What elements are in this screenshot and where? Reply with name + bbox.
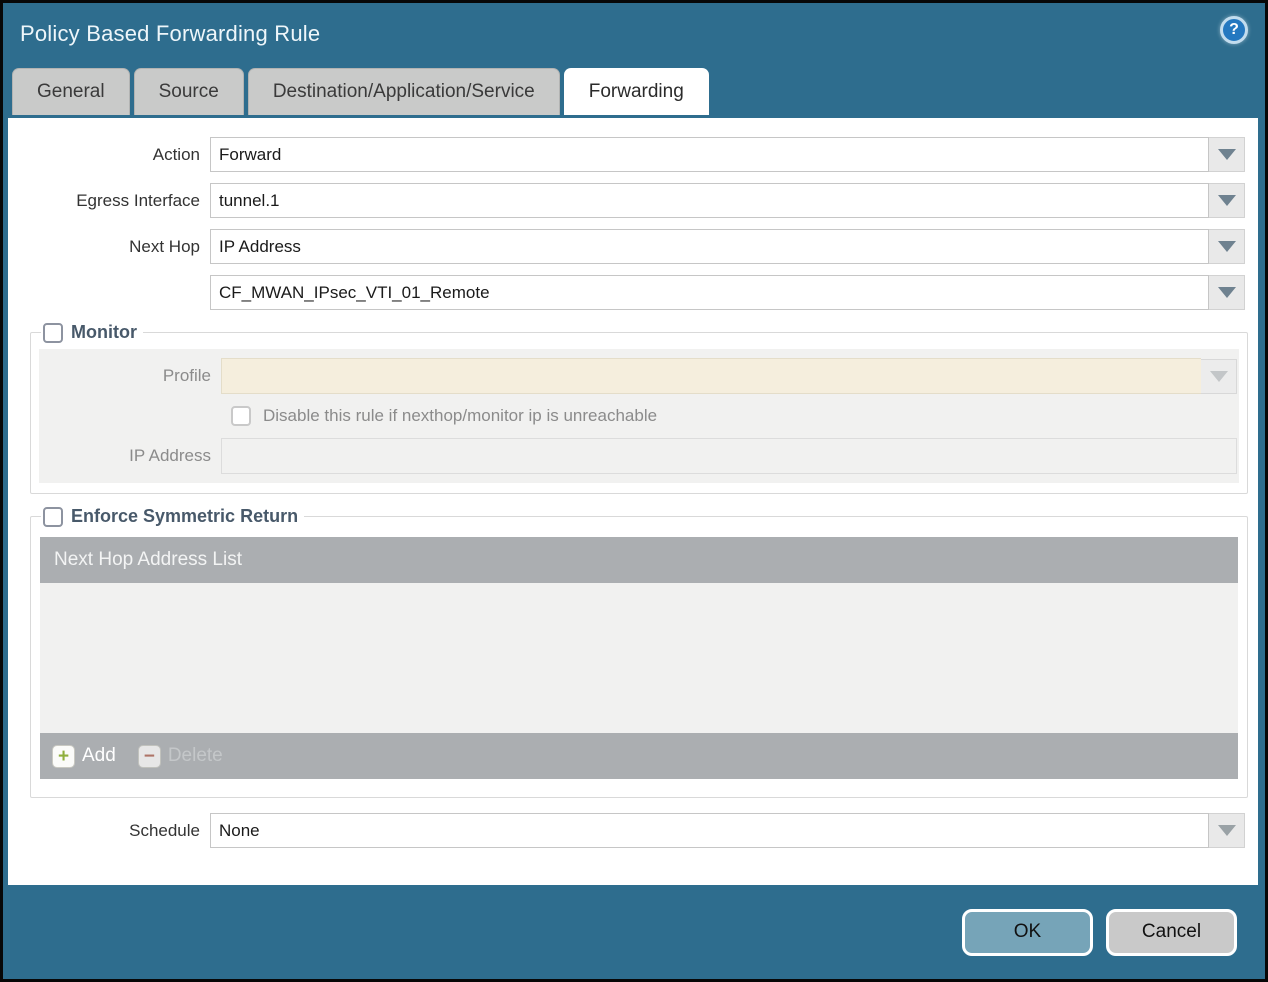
next-hop-dropdown-button[interactable]	[1209, 229, 1245, 264]
dialog-footer: OK Cancel	[6, 888, 1262, 976]
egress-interface-input[interactable]	[210, 183, 1209, 218]
dialog-titlebar: Policy Based Forwarding Rule ?	[3, 3, 1265, 65]
help-icon[interactable]: ?	[1220, 16, 1248, 44]
schedule-dropdown-button[interactable]	[1209, 813, 1245, 848]
cancel-button[interactable]: Cancel	[1106, 908, 1237, 956]
symmetric-return-legend: Enforce Symmetric Return	[41, 506, 304, 527]
monitor-disable-row: Disable this rule if nexthop/monitor ip …	[39, 406, 1239, 426]
chevron-down-icon	[1217, 241, 1236, 252]
action-input[interactable]	[210, 137, 1209, 172]
symmetric-return-title: Enforce Symmetric Return	[71, 506, 299, 526]
monitor-section: Monitor Profile Disable this rule if nex…	[30, 322, 1248, 494]
forwarding-tab-panel: Action Egress Interface Next Hop	[8, 118, 1258, 885]
chevron-down-icon	[1217, 149, 1236, 160]
disable-rule-checkbox	[231, 406, 251, 426]
chevron-down-icon	[1217, 825, 1236, 836]
add-button-label: Add	[82, 745, 116, 766]
next-hop-label: Next Hop	[129, 236, 200, 256]
tab-destination-application-service[interactable]: Destination/Application/Service	[247, 68, 560, 115]
schedule-label: Schedule	[129, 820, 200, 840]
action-label: Action	[152, 144, 200, 164]
delete-button: − Delete	[137, 744, 223, 768]
schedule-combo	[210, 813, 1245, 848]
egress-interface-dropdown-button[interactable]	[1209, 183, 1245, 218]
action-dropdown-button[interactable]	[1209, 137, 1245, 172]
monitor-ip-input	[221, 438, 1237, 474]
next-hop-address-list-table: Next Hop Address List + Add − Delete	[40, 537, 1238, 779]
action-combo	[210, 137, 1245, 172]
next-hop-row: Next Hop	[8, 229, 1245, 264]
monitor-profile-row: Profile	[39, 358, 1239, 394]
table-footer: + Add − Delete	[40, 733, 1238, 779]
tab-forwarding[interactable]: Forwarding	[563, 68, 709, 115]
table-body[interactable]	[40, 583, 1238, 733]
ok-button[interactable]: OK	[962, 908, 1093, 956]
table-header-label: Next Hop Address List	[54, 549, 242, 570]
monitor-ip-label: IP Address	[129, 446, 211, 465]
chevron-down-icon	[1217, 195, 1236, 206]
delete-button-label: Delete	[167, 745, 223, 766]
monitor-profile-dropdown-button	[1201, 358, 1237, 394]
schedule-input[interactable]	[210, 813, 1209, 848]
chevron-down-icon	[1209, 370, 1228, 382]
monitor-profile-label: Profile	[162, 366, 211, 385]
symmetric-return-section: Enforce Symmetric Return Next Hop Addres…	[30, 506, 1248, 798]
next-hop-address-dropdown-button[interactable]	[1209, 275, 1245, 310]
monitor-legend: Monitor	[41, 322, 143, 343]
tab-source[interactable]: Source	[133, 68, 244, 115]
next-hop-type-input[interactable]	[210, 229, 1209, 264]
schedule-row: Schedule	[8, 813, 1245, 848]
table-header: Next Hop Address List	[40, 537, 1238, 583]
disable-rule-label: Disable this rule if nexthop/monitor ip …	[263, 406, 658, 425]
tab-bar: General Source Destination/Application/S…	[3, 65, 1265, 115]
add-button[interactable]: + Add	[52, 744, 116, 768]
egress-interface-label: Egress Interface	[76, 190, 200, 210]
symmetric-return-checkbox[interactable]	[43, 506, 63, 527]
chevron-down-icon	[1217, 287, 1236, 298]
egress-interface-row: Egress Interface	[8, 183, 1245, 218]
action-row: Action	[8, 137, 1245, 172]
dialog-title: Policy Based Forwarding Rule	[20, 21, 321, 46]
monitor-ip-row: IP Address	[39, 438, 1239, 474]
next-hop-combo	[210, 229, 1245, 264]
minus-icon: −	[137, 744, 161, 768]
monitor-panel: Profile Disable this rule if nexthop/mon…	[39, 349, 1239, 483]
next-hop-address-combo	[210, 275, 1245, 310]
plus-icon: +	[52, 744, 75, 768]
monitor-profile-input	[221, 358, 1201, 394]
monitor-checkbox[interactable]	[43, 322, 63, 343]
next-hop-address-input[interactable]	[210, 275, 1209, 310]
monitor-title: Monitor	[71, 322, 137, 342]
tab-general[interactable]: General	[12, 68, 130, 115]
next-hop-address-row	[8, 275, 1245, 310]
policy-based-forwarding-dialog: Policy Based Forwarding Rule ? General S…	[0, 0, 1268, 982]
egress-interface-combo	[210, 183, 1245, 218]
